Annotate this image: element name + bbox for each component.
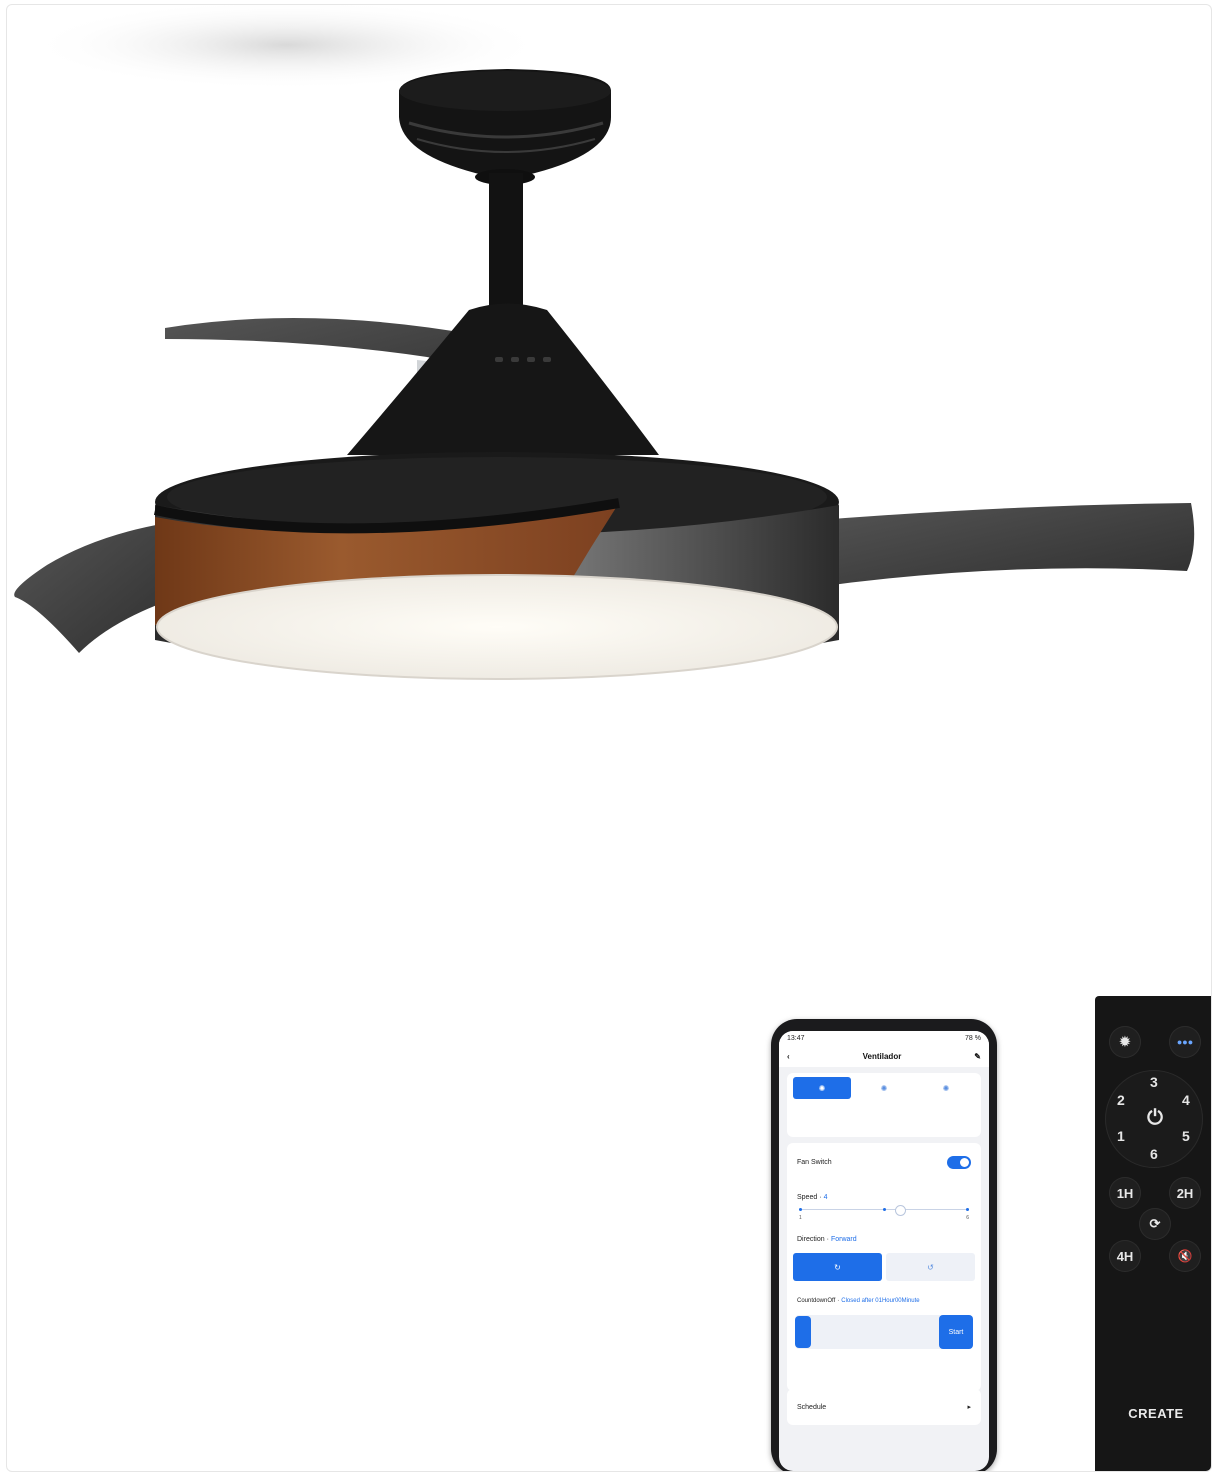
smartphone: 13:47 78 % ‹ Ventilador ✎ ✺ ✺ ✺ Fan Swit…: [771, 1019, 997, 1471]
edit-icon[interactable]: ✎: [974, 1052, 981, 1061]
reverse-button[interactable]: ⟳: [1139, 1208, 1171, 1240]
speed-slider-knob[interactable]: [895, 1205, 906, 1216]
timer-2h-button[interactable]: 2H: [1169, 1177, 1201, 1209]
mute-button[interactable]: 🔇: [1169, 1240, 1201, 1272]
direction-forward-button[interactable]: ↻: [793, 1253, 882, 1281]
light-mode-card: ✺ ✺ ✺: [787, 1073, 981, 1137]
sun-icon: ✺: [880, 1083, 888, 1093]
sun-icon: ✺: [942, 1083, 950, 1093]
fan-canopy: [399, 69, 612, 185]
schedule-card[interactable]: Schedule ▸: [787, 1389, 981, 1425]
mute-icon: 🔇: [1177, 1249, 1193, 1263]
product-image-frame: 13:47 78 % ‹ Ventilador ✎ ✺ ✺ ✺ Fan Swit…: [6, 4, 1212, 1472]
app-screen: 13:47 78 % ‹ Ventilador ✎ ✺ ✺ ✺ Fan Swit…: [779, 1031, 989, 1471]
sun-icon: ✺: [818, 1083, 826, 1093]
rotate-forward-icon: ↻: [834, 1262, 841, 1272]
direction-reverse-button[interactable]: ↺: [886, 1253, 975, 1281]
reverse-icon: ⟳: [1149, 1216, 1161, 1231]
speed-label: Speed: [797, 1193, 818, 1201]
bulb-icon: ✹: [1119, 1034, 1131, 1049]
direction-label: Direction: [797, 1235, 825, 1243]
ceiling-fan-illustration: [14, 5, 1195, 680]
light-mode-1-button[interactable]: ✺: [793, 1077, 851, 1099]
fan-blade-left: [14, 523, 177, 653]
downrod: [489, 173, 523, 313]
countdown-handle[interactable]: [795, 1316, 811, 1348]
countdown-value: Closed after 01Hour00Minute: [841, 1298, 920, 1304]
countdown-picker[interactable]: Start: [795, 1315, 973, 1349]
chevron-right-icon: ▸: [967, 1404, 971, 1411]
fan-blade-right: [807, 503, 1195, 587]
brand-logo: CREATE: [1128, 1406, 1184, 1421]
power-icon: ⏻: [1147, 1106, 1163, 1129]
timer-1h-button[interactable]: 1H: [1109, 1177, 1141, 1209]
fan-control-card: Fan Switch Speed · 4 1 6 Direction · For…: [787, 1143, 981, 1391]
fan-switch-toggle[interactable]: [947, 1155, 971, 1169]
color-button[interactable]: ●●●: [1169, 1026, 1201, 1058]
power-button[interactable]: ⏻: [1139, 1102, 1171, 1134]
speed-slider[interactable]: [799, 1205, 969, 1216]
rotate-reverse-icon: ↺: [927, 1262, 934, 1272]
timer-4h-button[interactable]: 4H: [1109, 1240, 1141, 1272]
status-bar: 13:47 78 %: [779, 1031, 989, 1045]
speed-1-button[interactable]: 1: [1117, 1128, 1125, 1144]
speed-2-button[interactable]: 2: [1117, 1092, 1125, 1108]
speed-min: 1: [799, 1215, 802, 1221]
speed-5-button[interactable]: 5: [1182, 1128, 1190, 1144]
color-dots-icon: ●●●: [1176, 1037, 1194, 1047]
speed-6-button[interactable]: 6: [1150, 1146, 1158, 1162]
speed-max: 6: [966, 1215, 969, 1221]
app-header: ‹ Ventilador ✎: [779, 1045, 989, 1067]
speed-3-button[interactable]: 3: [1150, 1074, 1158, 1090]
direction-value: Forward: [830, 1235, 857, 1243]
status-battery: 78 %: [965, 1034, 981, 1042]
fan-switch-label: Fan Switch: [797, 1158, 832, 1166]
start-button[interactable]: Start: [939, 1315, 973, 1349]
countdown-label: CountdownOff: [797, 1298, 836, 1304]
status-time: 13:47: [787, 1034, 805, 1042]
light-mode-3-button[interactable]: ✺: [917, 1077, 975, 1099]
light-button[interactable]: ✹: [1109, 1026, 1141, 1058]
light-mode-2-button[interactable]: ✺: [855, 1077, 913, 1099]
speed-value: 4: [823, 1193, 828, 1201]
schedule-label: Schedule: [797, 1403, 827, 1411]
app-title: Ventilador: [862, 1051, 902, 1061]
remote-control: ✹ ●●● 3 2 4 1 5 6 ⏻ 1H 2H ⟳ 4H 🔇 CREATE: [1095, 996, 1211, 1471]
speed-4-button[interactable]: 4: [1182, 1092, 1190, 1108]
